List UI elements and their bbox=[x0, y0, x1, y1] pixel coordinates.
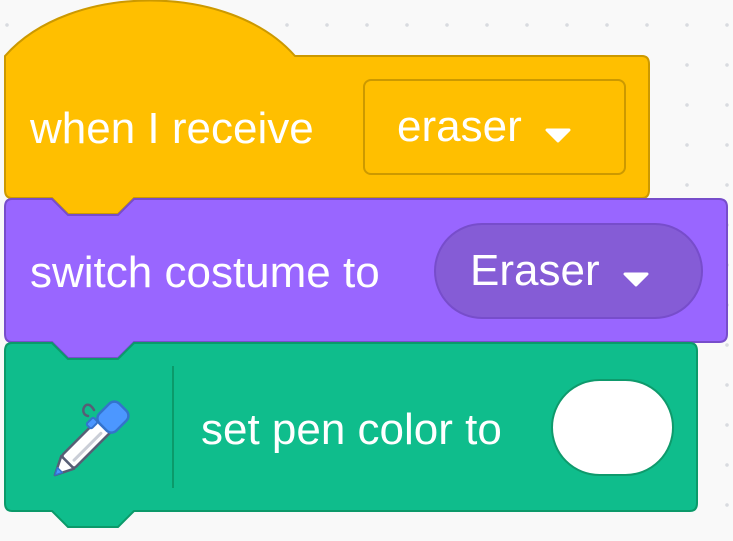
set-pen-color-label: set pen color to bbox=[201, 405, 502, 454]
extension-divider bbox=[172, 366, 174, 488]
when-i-receive-label: when I receive bbox=[30, 104, 314, 153]
chevron-down-icon bbox=[622, 251, 650, 295]
costume-dropdown-value: Eraser bbox=[470, 246, 600, 295]
pen-icon bbox=[36, 384, 146, 499]
switch-costume-label: switch costume to bbox=[30, 248, 380, 297]
message-dropdown-value: eraser bbox=[397, 102, 522, 151]
pen-color-swatch[interactable] bbox=[551, 379, 674, 476]
chevron-down-icon bbox=[544, 107, 572, 151]
costume-dropdown[interactable]: Eraser bbox=[434, 223, 703, 319]
message-dropdown[interactable]: eraser bbox=[363, 79, 626, 175]
scripts-workspace[interactable]: when I receive eraser switch costume to … bbox=[0, 0, 733, 541]
